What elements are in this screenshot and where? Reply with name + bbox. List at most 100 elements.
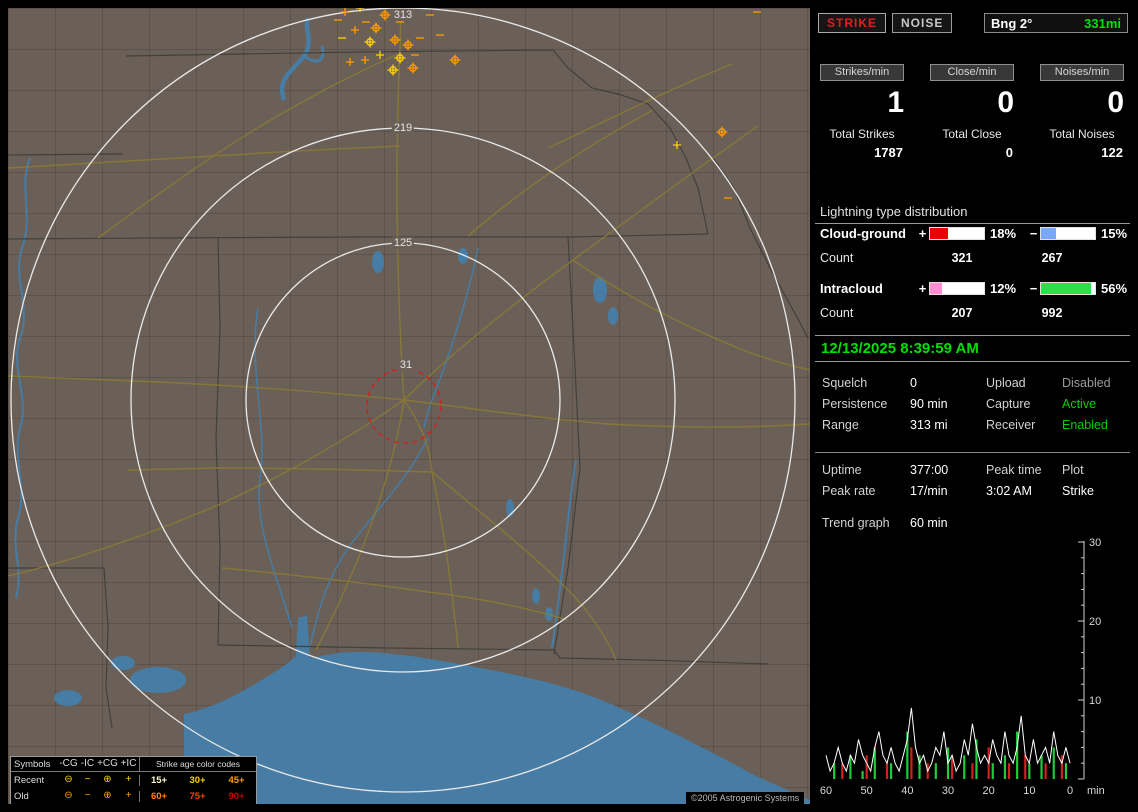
receiver-settings: Squelch 0 Upload Disabled Persistence 90… <box>815 376 1130 432</box>
legend-type-header: -CG <box>59 758 78 769</box>
bearing-range-value: 331mi <box>1084 15 1121 31</box>
ic-negative-pct: 56% <box>1101 281 1128 296</box>
cg-negative-pct: 15% <box>1101 226 1128 241</box>
ic-positive-pct: 12% <box>990 281 1017 296</box>
cg-positive-fill <box>930 228 949 239</box>
total-strikes-label: Total Strikes <box>829 127 895 141</box>
copyright-notice: ©2005 Astrogenic Systems <box>686 792 805 804</box>
strike-symbol-pic <box>346 58 354 66</box>
ic-negative-count: 992 <box>1041 306 1063 320</box>
x-tick-label: 50 <box>861 785 873 797</box>
noises-column: Noises/min 0 Total Noises 122 <box>1040 64 1124 160</box>
cloud-ground-per-min-bar <box>885 763 889 779</box>
bearing-value: Bng 2° <box>991 15 1033 31</box>
trend-graph-chart: 30 20 10 60 50 40 30 20 10 0 min <box>820 537 1105 797</box>
ic-positive-bar <box>929 282 985 295</box>
ic-negative-fill <box>1041 283 1091 294</box>
intracloud-label: Intracloud <box>820 281 883 296</box>
plus-sign: + <box>918 226 927 241</box>
strikes-per-min-button[interactable]: Strikes/min <box>820 64 904 81</box>
trend-graph-window: 60 min <box>910 516 948 530</box>
strike-symbol-pcg <box>387 64 399 76</box>
intracloud-per-min-bar <box>1040 755 1043 779</box>
datetime-display: 12/13/2025 8:39:59 AM <box>815 335 1130 362</box>
upload-value: Disabled <box>1062 376 1111 390</box>
close-per-min-button[interactable]: Close/min <box>930 64 1014 81</box>
age-code: 90+ <box>228 790 245 802</box>
plot-label: Plot <box>1062 463 1084 477</box>
intracloud-per-min-bar <box>861 771 864 779</box>
minus-cg-icon: ⊖ <box>64 790 73 801</box>
strike-toggle-button[interactable]: STRIKE <box>818 13 887 33</box>
total-close-label: Total Close <box>942 127 1002 141</box>
divider <box>815 452 1130 453</box>
plus-ic-icon: + <box>125 774 132 785</box>
cloud-ground-per-min-bar <box>1024 755 1027 779</box>
strike-symbol-pcg <box>364 36 376 48</box>
minus-sign: − <box>1029 226 1038 241</box>
intracloud-per-min-bar <box>991 763 994 779</box>
ic-positive-fill <box>930 283 942 294</box>
total-strikes-value: 1787 <box>874 145 903 160</box>
range-label: Range <box>822 418 859 432</box>
strikes-per-min-line <box>825 707 1071 773</box>
noise-toggle-button[interactable]: NOISE <box>892 13 953 33</box>
plot-mode-value: Strike <box>1062 484 1094 498</box>
strike-symbol-pcg <box>379 9 391 21</box>
y-tick-label: 20 <box>1089 616 1101 628</box>
bearing-display: Bng 2° 331mi <box>984 13 1128 33</box>
noises-per-min-button[interactable]: Noises/min <box>1040 64 1124 81</box>
legend-type-header: +CG <box>97 758 118 769</box>
range-ring-label: 125 <box>391 237 415 249</box>
intracloud-per-min-bar <box>1064 763 1068 779</box>
strike-symbol-pcg <box>370 22 382 34</box>
intracloud-per-min-bar <box>1028 763 1031 779</box>
trend-graph-header: Trend graph 60 min <box>815 516 1130 530</box>
legend-symbols-header: Symbols <box>14 758 51 770</box>
peak-rate-value: 17/min <box>910 484 948 498</box>
age-code: 15+ <box>139 774 178 786</box>
plus-sign: + <box>918 281 927 296</box>
cloud-ground-per-min-bar <box>910 747 913 779</box>
intracloud-per-min-bar <box>934 763 937 779</box>
squelch-value: 0 <box>910 376 917 390</box>
uptime-label: Uptime <box>822 463 862 477</box>
symbol-legend: Symbols -CG -IC +CG +IC Strike age color… <box>10 756 257 804</box>
y-tick-label: 30 <box>1089 537 1101 549</box>
minus-ic-icon: − <box>84 790 91 801</box>
strike-symbol-pcg <box>389 34 401 46</box>
receiver-value: Enabled <box>1062 418 1108 432</box>
legend-row-label: Recent <box>14 774 45 786</box>
count-label: Count <box>820 306 854 320</box>
strikes-column: Strikes/min 1 Total Strikes 1787 <box>820 64 904 160</box>
persistence-value: 90 min <box>910 397 948 411</box>
noises-per-min-value: 0 <box>1107 86 1124 119</box>
capture-value: Active <box>1062 397 1097 411</box>
age-code: 75+ <box>189 790 206 802</box>
upload-label: Upload <box>986 376 1026 390</box>
uptime-value: 377:00 <box>910 463 949 477</box>
intracloud-per-min-bar <box>1003 755 1007 779</box>
cg-positive-pct: 18% <box>990 226 1017 241</box>
close-column: Close/min 0 Total Close 0 <box>930 64 1014 160</box>
cg-negative-count: 267 <box>1041 251 1063 265</box>
strike-symbol-pic <box>351 26 359 34</box>
strike-symbol-pic <box>673 141 681 149</box>
close-per-min-value: 0 <box>997 86 1014 119</box>
cg-positive-bar <box>929 227 985 240</box>
legend-type-header: +IC <box>120 758 137 769</box>
minus-sign: − <box>1029 281 1038 296</box>
x-tick-label: 40 <box>901 785 913 797</box>
ic-negative-bar <box>1040 282 1096 295</box>
peak-time-value: 3:02 AM <box>986 484 1032 498</box>
intracloud-counts: Count 207 992 <box>815 306 1130 320</box>
cg-negative-fill <box>1041 228 1057 239</box>
age-code: 45+ <box>228 774 245 786</box>
range-ring-label: 313 <box>391 9 415 21</box>
x-axis-unit: min <box>1087 785 1105 797</box>
plus-ic-icon: + <box>125 790 132 801</box>
toolbar: STRIKE NOISE Bng 2° 331mi <box>815 12 1130 34</box>
status-panel: STRIKE NOISE Bng 2° 331mi Strikes/min 1 … <box>815 8 1130 804</box>
session-stats: Uptime 377:00 Peak time Plot Peak rate 1… <box>815 463 1130 498</box>
lightning-map[interactable]: 313 219 125 31 Symbols -CG -IC +CG +IC S… <box>8 8 810 804</box>
